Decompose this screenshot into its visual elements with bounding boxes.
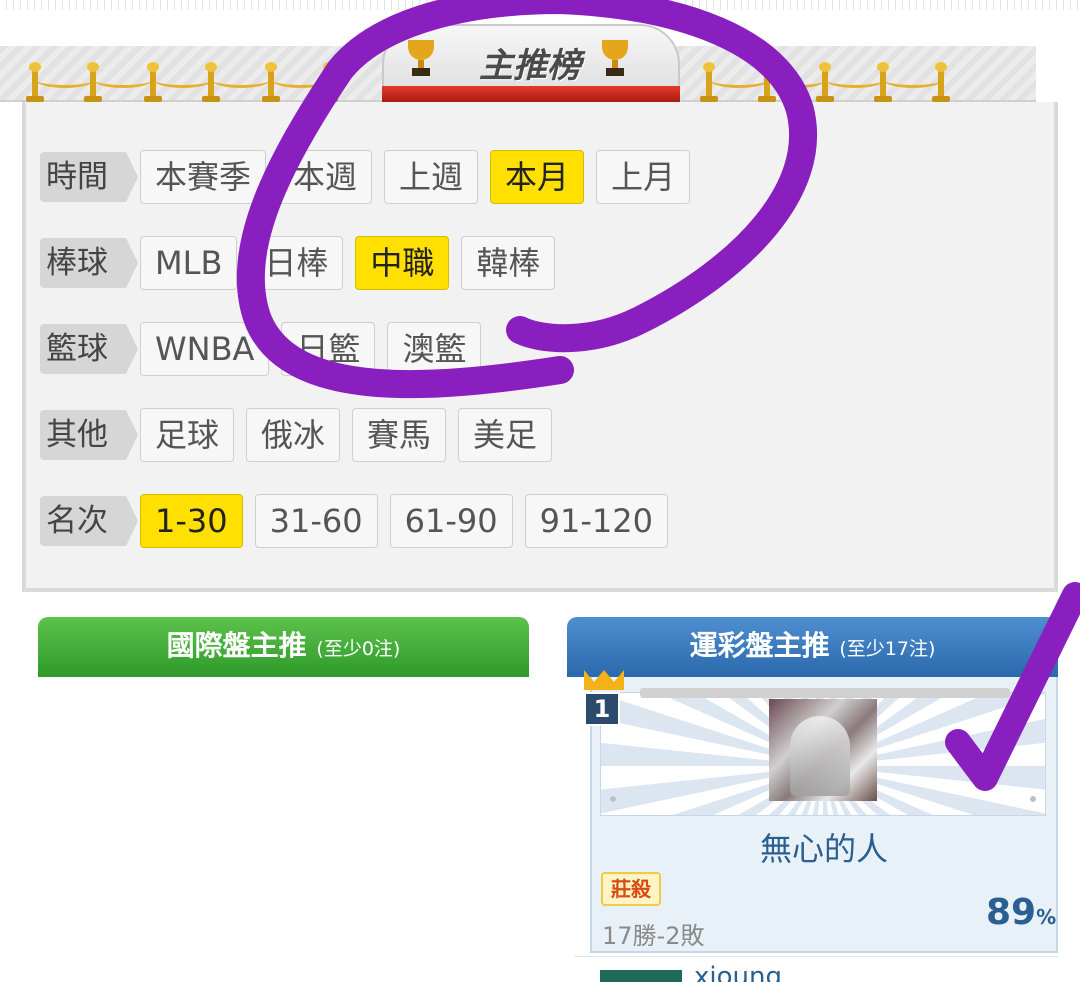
tab-lottery-note: (至少17注)	[839, 638, 936, 660]
filter-option[interactable]: 美足	[458, 408, 553, 462]
avatar[interactable]	[600, 970, 682, 982]
rope-post	[320, 62, 338, 102]
top-edge	[0, 0, 1080, 10]
tab-sports-lottery-picks[interactable]: 運彩盤主推 (至少17注)	[567, 617, 1058, 677]
rope	[884, 72, 942, 88]
win-rate-unit: %	[1036, 905, 1057, 929]
filter-option[interactable]: 本週	[278, 150, 373, 204]
page-title: 主推榜	[479, 46, 581, 86]
rope	[36, 72, 94, 88]
tab-international-title: 國際盤主推	[166, 629, 307, 662]
tab-lottery-title: 運彩盤主推	[689, 629, 830, 662]
filter-option[interactable]: 賽馬	[352, 408, 447, 462]
filter-option[interactable]: 91-120	[524, 494, 668, 548]
filter-option[interactable]: 上週	[384, 150, 479, 204]
filter-option[interactable]: 日籃	[281, 322, 376, 376]
filter-option[interactable]: 韓棒	[461, 236, 556, 290]
rope	[212, 72, 270, 88]
win-rate: 89%	[986, 892, 1056, 933]
win-loss-record: 17勝-2敗	[602, 922, 705, 950]
card-top-bar	[640, 688, 1010, 698]
filter-option[interactable]: 日棒	[249, 236, 344, 290]
filter-row-label: 籃球	[40, 324, 138, 374]
filter-row: 棒球 MLB 日棒 中職 韓棒	[40, 236, 567, 290]
player-name[interactable]: xioung	[694, 962, 782, 982]
player-name[interactable]: 無心的人	[590, 824, 1058, 870]
filter-option[interactable]: 俄冰	[246, 408, 341, 462]
filter-row: 名次 1-30 31-60 61-90 91-120	[40, 494, 680, 548]
filter-row: 籃球 WNBA 日籃 澳籃	[40, 322, 493, 376]
rope	[826, 72, 884, 88]
rope	[768, 72, 826, 88]
filter-option[interactable]: 上月	[596, 150, 691, 204]
filter-option[interactable]: 31-60	[254, 494, 378, 548]
filter-option[interactable]: 本月	[490, 150, 585, 204]
filter-row-label: 名次	[40, 496, 138, 546]
filter-option[interactable]: 中職	[355, 236, 450, 290]
filter-option[interactable]: 1-30	[140, 494, 243, 548]
filter-option[interactable]: MLB	[140, 236, 238, 290]
tab-international-picks[interactable]: 國際盤主推 (至少0注)	[38, 617, 529, 677]
win-rate-value: 89	[986, 892, 1037, 933]
screw-icon	[610, 796, 616, 802]
filter-option[interactable]: 足球	[140, 408, 235, 462]
rope-post	[932, 62, 950, 102]
status-badge: 莊殺	[601, 872, 661, 906]
screw-icon	[1030, 796, 1036, 802]
filter-option[interactable]: WNBA	[140, 322, 270, 376]
avatar-figure	[790, 716, 850, 796]
rope	[94, 72, 152, 88]
filter-option[interactable]: 61-90	[389, 494, 513, 548]
filter-row: 其他 足球 俄冰 賽馬 美足	[40, 408, 564, 462]
filter-row: 時間 本賽季 本週 上週 本月 上月	[40, 150, 702, 204]
trophy-icon	[408, 40, 434, 76]
rope	[272, 72, 330, 88]
filter-option[interactable]: 本賽季	[140, 150, 267, 204]
rank-badge: 1	[584, 692, 620, 726]
rope	[154, 72, 212, 88]
filter-row-label: 棒球	[40, 238, 138, 288]
filter-option[interactable]: 澳籃	[387, 322, 482, 376]
tab-international-note: (至少0注)	[316, 638, 401, 660]
filter-row-label: 時間	[40, 152, 138, 202]
rope	[710, 72, 768, 88]
filter-row-label: 其他	[40, 410, 138, 460]
crown-icon	[584, 660, 624, 690]
red-carpet	[382, 86, 680, 102]
